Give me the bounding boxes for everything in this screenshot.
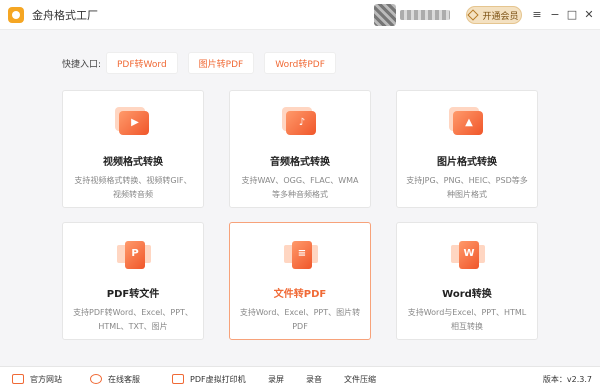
file-doc-icon: ≡ (282, 239, 320, 271)
app-logo-icon (8, 6, 24, 23)
support-agent-icon (90, 374, 102, 384)
printer-icon (172, 374, 184, 384)
card-description: 支持PDF转Word、Excel、PPT、HTML、TXT、图片 (73, 308, 193, 331)
title-bar: 金舟格式工厂 开通会员 ≡ − □ ✕ (0, 0, 600, 30)
footer-pdf-printer[interactable]: PDF虚拟打印机 (172, 367, 246, 390)
image-icon: ▲ (449, 107, 487, 139)
quick-pdf-to-word-button[interactable]: PDF转Word (106, 52, 178, 74)
card-pdf-to-file[interactable]: P PDF转文件 支持PDF转Word、Excel、PPT、HTML、TXT、图… (62, 222, 204, 340)
close-icon[interactable]: ✕ (582, 7, 596, 21)
card-description: 支持Word与Excel、PPT、HTML相互转换 (407, 308, 527, 331)
footer-bar: 官方网站 在线客服 PDF虚拟打印机 录屏 录音 文件压缩 版本：v2.3.7 (0, 366, 600, 390)
card-description: 支持视频格式转换、视频转GIF、视频转音频 (74, 176, 192, 199)
monitor-icon (12, 374, 24, 384)
card-title: 图片格式转换 (437, 157, 497, 168)
card-title: PDF转文件 (106, 289, 160, 300)
pdf-doc-icon: P (115, 239, 153, 271)
card-description: 支持Word、Excel、PPT、图片转PDF (239, 308, 361, 331)
card-title: 视频格式转换 (103, 157, 163, 168)
user-avatar[interactable] (374, 4, 396, 26)
footer-screen-record[interactable]: 录屏 (268, 367, 284, 390)
menu-icon[interactable]: ≡ (530, 7, 544, 21)
maximize-icon[interactable]: □ (565, 7, 579, 21)
word-doc-icon: W (449, 239, 487, 271)
card-title: 文件转PDF (273, 289, 327, 300)
audio-icon: ♪ (282, 107, 320, 139)
quick-entry-bar: 快捷入口: PDF转Word 图片转PDF Word转PDF (62, 52, 346, 74)
version-label: 版本：v2.3.7 (542, 374, 592, 384)
card-audio-convert[interactable]: ♪ 音频格式转换 支持WAV、OGG、FLAC、WMA等多种音频格式 (229, 90, 371, 208)
user-name[interactable] (400, 10, 450, 20)
card-image-convert[interactable]: ▲ 图片格式转换 支持JPG、PNG、HEIC、PSD等多种图片格式 (396, 90, 538, 208)
app-title: 金舟格式工厂 (32, 8, 98, 22)
footer-audio-record[interactable]: 录音 (306, 367, 322, 390)
card-title: 音频格式转换 (270, 157, 330, 168)
card-description: 支持WAV、OGG、FLAC、WMA等多种音频格式 (241, 176, 359, 199)
minimize-icon[interactable]: − (548, 7, 562, 21)
footer-official-site[interactable]: 官方网站 (12, 367, 62, 390)
card-title: Word转换 (442, 289, 492, 300)
card-video-convert[interactable]: ▶ 视频格式转换 支持视频格式转换、视频转GIF、视频转音频 (62, 90, 204, 208)
diamond-icon (467, 9, 480, 21)
quick-image-to-pdf-button[interactable]: 图片转PDF (187, 52, 255, 74)
card-description: 支持JPG、PNG、HEIC、PSD等多种图片格式 (406, 176, 528, 199)
card-word-convert[interactable]: W Word转换 支持Word与Excel、PPT、HTML相互转换 (396, 222, 538, 340)
video-icon: ▶ (115, 107, 153, 139)
footer-online-support[interactable]: 在线客服 (90, 367, 140, 390)
vip-button[interactable]: 开通会员 (466, 6, 522, 24)
card-file-to-pdf[interactable]: ≡ 文件转PDF 支持Word、Excel、PPT、图片转PDF (229, 222, 371, 340)
vip-label: 开通会员 (482, 11, 519, 22)
footer-file-compress[interactable]: 文件压缩 (344, 367, 376, 390)
quick-word-to-pdf-button[interactable]: Word转PDF (264, 52, 336, 74)
quick-entry-label: 快捷入口: (62, 59, 102, 70)
